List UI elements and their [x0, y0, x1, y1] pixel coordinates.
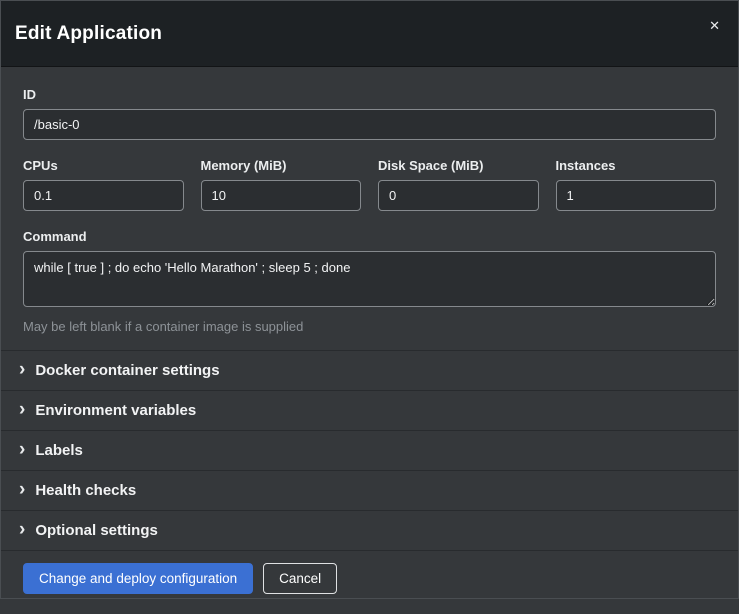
modal-title: Edit Application [15, 23, 162, 45]
command-field-group: Command while [ true ] ; do echo 'Hello … [23, 229, 716, 334]
id-field-group: ID [23, 87, 716, 140]
section-optional-settings[interactable]: › Optional settings [1, 510, 738, 550]
cpus-input[interactable] [23, 180, 184, 211]
command-textarea[interactable]: while [ true ] ; do echo 'Hello Marathon… [23, 251, 716, 307]
edit-application-modal: Edit Application ✕ ID CPUs Memory (MiB) … [0, 0, 739, 599]
memory-label: Memory (MiB) [201, 158, 362, 173]
instances-label: Instances [556, 158, 717, 173]
collapsible-sections: › Docker container settings › Environmen… [1, 350, 738, 550]
disk-input[interactable] [378, 180, 539, 211]
change-and-deploy-button[interactable]: Change and deploy configuration [23, 563, 253, 594]
section-label: Docker container settings [35, 362, 219, 379]
close-icon[interactable]: ✕ [705, 15, 724, 36]
section-label: Optional settings [35, 522, 158, 539]
memory-input[interactable] [201, 180, 362, 211]
chevron-right-icon: › [19, 440, 25, 459]
chevron-right-icon: › [19, 360, 25, 379]
chevron-right-icon: › [19, 480, 25, 499]
section-environment-variables[interactable]: › Environment variables [1, 390, 738, 430]
section-label: Environment variables [35, 402, 196, 419]
cpus-field-group: CPUs [23, 158, 184, 211]
id-label: ID [23, 87, 716, 102]
resources-row: CPUs Memory (MiB) Disk Space (MiB) Insta… [23, 158, 716, 211]
section-label: Health checks [35, 482, 136, 499]
modal-footer: Change and deploy configuration Cancel [1, 550, 738, 614]
id-input[interactable] [23, 109, 716, 140]
command-help-text: May be left blank if a container image i… [23, 319, 716, 334]
instances-field-group: Instances [556, 158, 717, 211]
section-labels[interactable]: › Labels [1, 430, 738, 470]
modal-header: Edit Application ✕ [1, 1, 738, 67]
chevron-right-icon: › [19, 400, 25, 419]
command-label: Command [23, 229, 716, 244]
memory-field-group: Memory (MiB) [201, 158, 362, 211]
section-docker-container-settings[interactable]: › Docker container settings [1, 350, 738, 390]
section-health-checks[interactable]: › Health checks [1, 470, 738, 510]
disk-label: Disk Space (MiB) [378, 158, 539, 173]
section-label: Labels [35, 442, 83, 459]
modal-body: ID CPUs Memory (MiB) Disk Space (MiB) In… [1, 67, 738, 334]
chevron-right-icon: › [19, 520, 25, 539]
instances-input[interactable] [556, 180, 717, 211]
cancel-button[interactable]: Cancel [263, 563, 337, 594]
disk-field-group: Disk Space (MiB) [378, 158, 539, 211]
cpus-label: CPUs [23, 158, 184, 173]
